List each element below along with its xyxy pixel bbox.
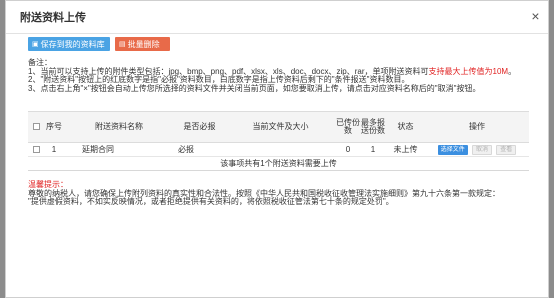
save-to-library-label: 保存到我的资料库	[40, 39, 105, 49]
reminder: 温馨提示： 尊敬的纳税人，请您确保上传附列资料的真实性和合法性。按照《中华人民共…	[28, 180, 540, 207]
notes-line-1-highlight: 支持最大上传值为10M	[428, 66, 509, 76]
row-max: 1	[360, 142, 386, 157]
toolbar: ▣ 保存到我的资料库 ▤ 批量删除	[28, 37, 170, 51]
header-index: 序号	[44, 111, 64, 143]
header-uploaded: 已传份数	[336, 111, 360, 143]
table-header-row: 序号 附送资料名称 是否必报 当前文件及大小 已传份数 最多报送份数 状态 操作	[28, 111, 529, 143]
table-footer: 该事项共有1个附送资料需要上传	[28, 156, 529, 171]
upload-dialog: 附送资料上传 × ▣ 保存到我的资料库 ▤ 批量删除 备注： 1、当前可以支持上…	[5, 0, 549, 298]
select-all-checkbox[interactable]	[32, 123, 40, 131]
close-icon[interactable]: ×	[529, 9, 542, 23]
batch-delete-label: 批量删除	[127, 39, 160, 49]
choose-file-button[interactable]: 选择文件	[437, 145, 468, 155]
notes-line-1-end: 。	[508, 66, 517, 76]
header-actions: 操作	[425, 111, 529, 143]
trash-icon: ▤	[119, 41, 126, 48]
row-actions: 选择文件 取消 查看	[425, 142, 529, 157]
select-all-cell	[28, 111, 44, 143]
reminder-line-2: "提供虚假资料，不如实反映情况，或者拒绝提供有关资料的，将依照税收征管法第七十条…	[28, 197, 394, 207]
header-name: 附送资料名称	[64, 111, 174, 143]
row-name: 延期合同	[64, 142, 174, 157]
row-status: 未上传	[386, 142, 425, 157]
cancel-button[interactable]: 取消	[471, 145, 492, 155]
header-required: 是否必报	[174, 111, 225, 143]
row-uploaded: 0	[336, 142, 360, 157]
notes-line-3: 3、点击右上角"×"按钮会自动上传您所选择的资料文件并关闭当前页面，如您要取消上…	[28, 83, 481, 93]
dialog-title: 附送资料上传	[20, 12, 86, 24]
row-select-cell	[28, 142, 44, 157]
view-button[interactable]: 查看	[496, 145, 517, 155]
save-icon: ▣	[32, 41, 39, 48]
row-file	[225, 142, 336, 157]
attachments-table: 序号 附送资料名称 是否必报 当前文件及大小 已传份数 最多报送份数 状态 操作…	[28, 111, 529, 171]
notes: 备注： 1、当前可以支持上传的附件类型包括：jpg、bmp、png、pdf、xl…	[28, 58, 538, 93]
header-max: 最多报送份数	[360, 111, 386, 143]
header-file: 当前文件及大小	[225, 111, 336, 143]
row-checkbox[interactable]	[32, 146, 40, 154]
dialog-titlebar: 附送资料上传 ×	[6, 1, 548, 34]
table-footer-row: 该事项共有1个附送资料需要上传	[28, 156, 529, 171]
table-row: 1 延期合同 必报 0 1 未上传 选择文件 取消 查看	[28, 142, 529, 157]
row-required: 必报	[174, 142, 225, 157]
header-status: 状态	[386, 111, 425, 143]
row-index: 1	[44, 142, 64, 157]
save-to-library-button[interactable]: ▣ 保存到我的资料库	[28, 37, 110, 51]
batch-delete-button[interactable]: ▤ 批量删除	[115, 37, 170, 51]
